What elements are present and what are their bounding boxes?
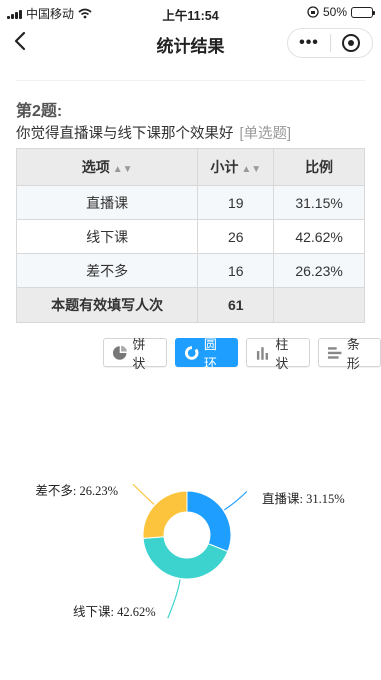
cell-ratio: 42.62% <box>273 219 365 254</box>
donut-slice-0[interactable] <box>186 490 232 553</box>
header-count[interactable]: 小计 ▲▼ <box>197 148 275 186</box>
status-right: 50% <box>307 5 375 19</box>
chart-type-tabs: 饼状 圆环 柱状 条形 <box>103 337 381 371</box>
table-row: 线下课 26 42.62% <box>15 219 365 254</box>
tab-ring-label: 圆环 <box>203 336 217 371</box>
leader-line-2 <box>132 483 155 505</box>
table-total-row: 本题有效填写人次 61 <box>15 287 365 323</box>
table-row: 差不多 16 26.23% <box>15 253 365 288</box>
close-button[interactable] <box>331 34 372 52</box>
close-target-icon <box>342 34 361 52</box>
battery-icon <box>351 6 375 18</box>
cell-option: 差不多 <box>15 253 199 288</box>
tab-pie-label: 饼状 <box>132 336 146 371</box>
more-button[interactable]: ••• <box>288 29 330 57</box>
table-header-row: 选项 ▲▼ 小计 ▲▼ 比例 <box>15 148 365 186</box>
sort-icon: ▲▼ <box>112 164 133 175</box>
total-ratio <box>273 287 365 323</box>
nav-bar: 统计结果 ••• <box>0 24 381 62</box>
tab-bar[interactable]: 柱状 <box>246 337 310 371</box>
cell-count: 19 <box>197 185 275 220</box>
slice-label-2: 差不多: 26.23% <box>35 484 118 498</box>
question-text: 你觉得直播课与线下课那个效果好 [单选题] <box>16 122 291 143</box>
cell-count: 26 <box>197 219 275 254</box>
question-type: [单选题] <box>239 126 292 142</box>
bar-chart-icon <box>256 346 269 360</box>
cell-ratio: 31.15% <box>273 185 365 220</box>
tab-strip[interactable]: 条形 <box>317 337 381 371</box>
table-row: 直播课 19 31.15% <box>15 185 365 220</box>
tab-strip-label: 条形 <box>346 336 360 371</box>
donut-slice-2[interactable] <box>142 490 188 539</box>
header-ratio: 比例 <box>273 148 365 186</box>
total-label: 本题有效填写人次 <box>15 287 199 323</box>
status-bar: 中国移动 上午11:54 50% <box>0 0 381 24</box>
sort-icon: ▲▼ <box>241 164 262 175</box>
question-title: 你觉得直播课与线下课那个效果好 <box>16 126 234 142</box>
header-option[interactable]: 选项 ▲▼ <box>15 148 199 186</box>
cell-count: 16 <box>197 253 275 288</box>
pie-chart-icon <box>112 345 127 360</box>
tab-bar-label: 柱状 <box>275 336 289 371</box>
total-count: 61 <box>197 287 275 323</box>
ring-chart-icon <box>184 345 198 360</box>
divider <box>16 80 365 81</box>
question-number: 第2题: <box>16 103 63 120</box>
donut-chart: 直播课: 31.15% 线下课: 42.62% 差不多: 26.23% <box>35 483 345 619</box>
slice-label-0: 直播课: 31.15% <box>262 492 345 506</box>
cell-ratio: 26.23% <box>273 253 365 288</box>
tab-ring[interactable]: 圆环 <box>174 337 238 371</box>
cell-option: 直播课 <box>15 185 199 220</box>
orientation-lock-icon <box>307 6 319 18</box>
strip-chart-icon <box>327 346 341 359</box>
leader-line-1 <box>167 579 181 619</box>
mini-program-capsule: ••• <box>287 28 373 58</box>
battery-percent: 50% <box>322 5 347 19</box>
tab-pie[interactable]: 饼状 <box>103 337 167 371</box>
cell-option: 线下课 <box>15 219 199 254</box>
slice-label-1: 线下课: 42.62% <box>73 605 156 619</box>
leader-line-0 <box>224 491 248 511</box>
stats-table: 选项 ▲▼ 小计 ▲▼ 比例 直播课 19 31.15% 线下课 26 42.62%… <box>15 148 365 323</box>
